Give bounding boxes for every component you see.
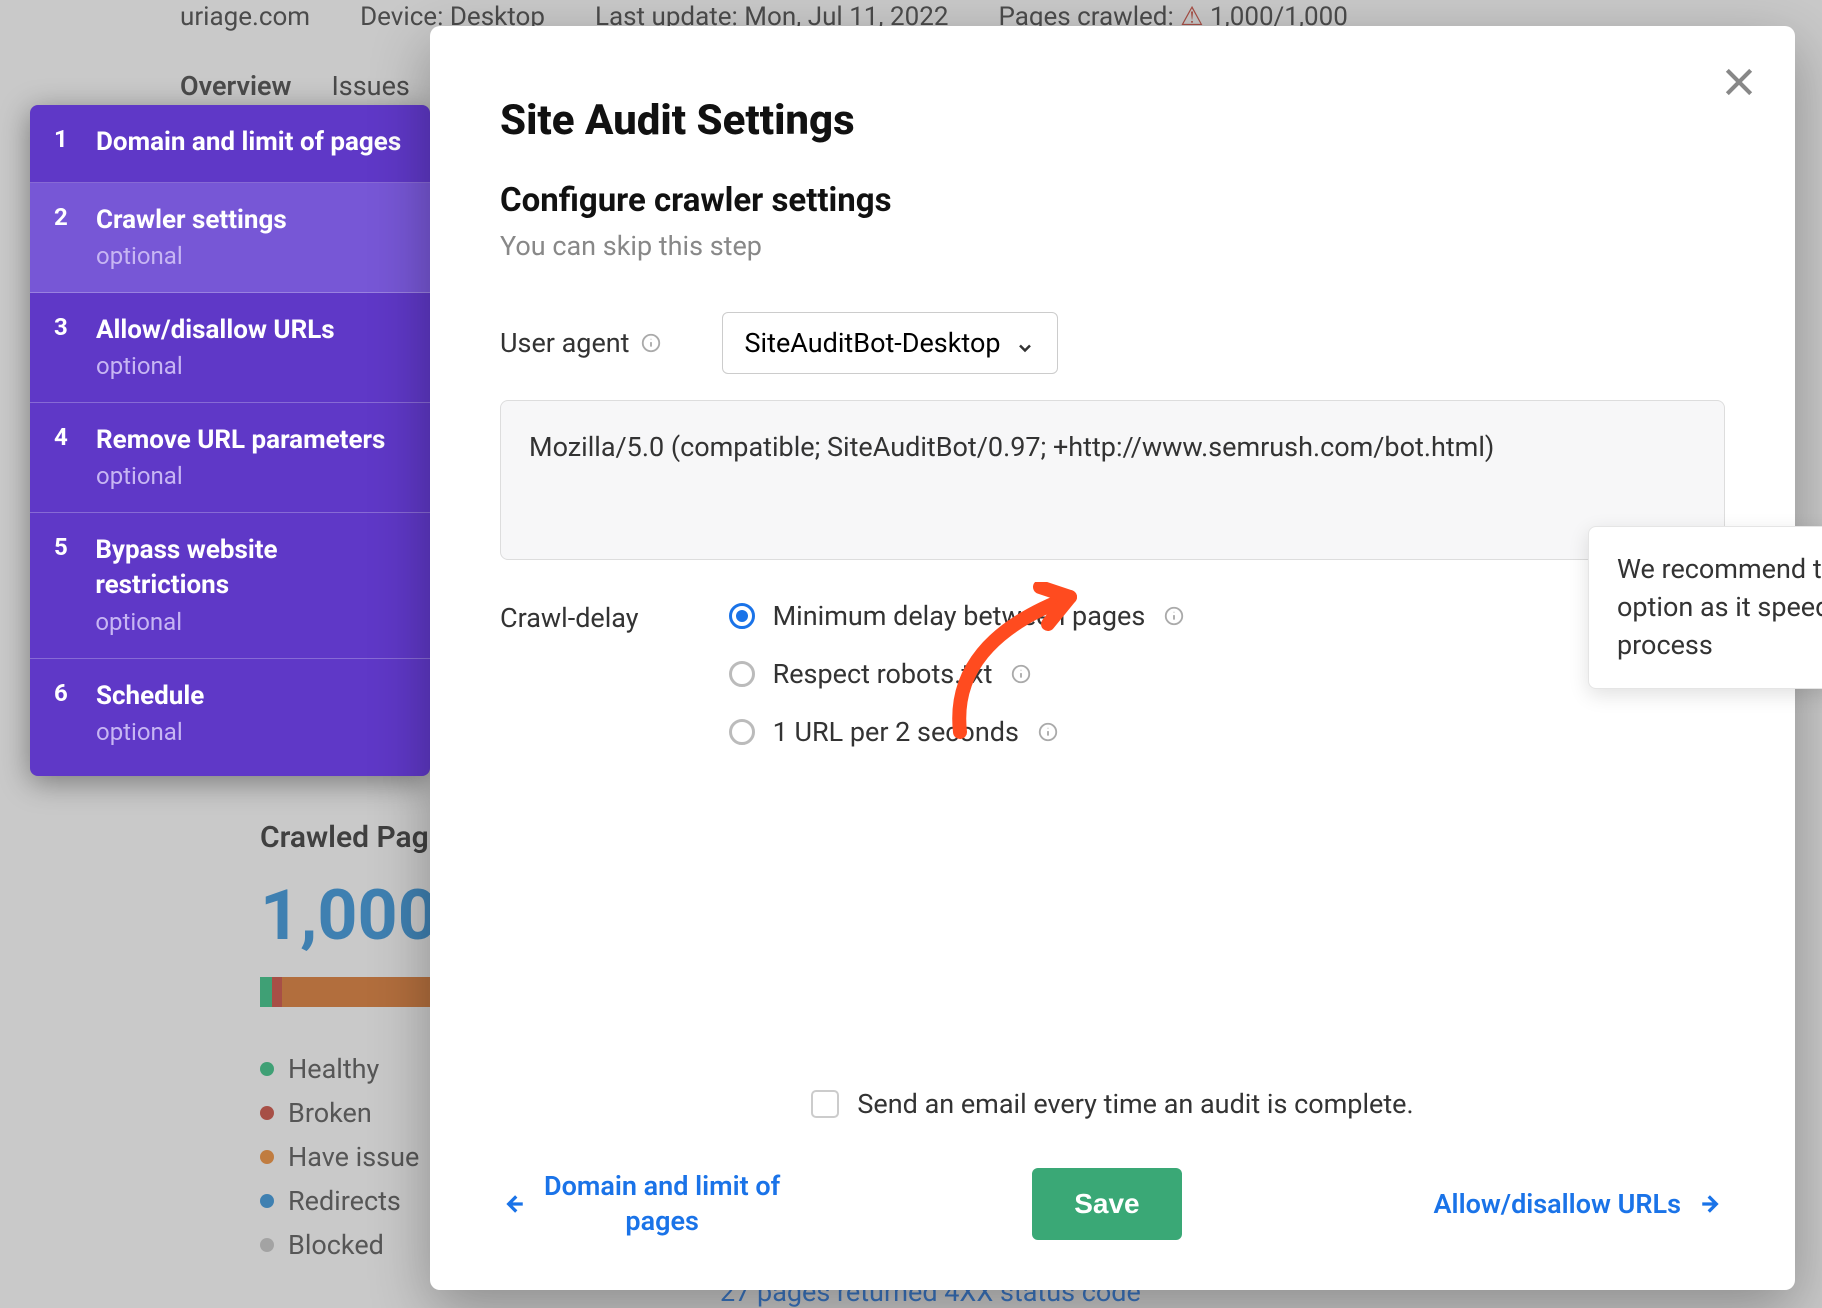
radio-label: 1 URL per 2 seconds: [773, 716, 1019, 748]
wizard-step-6[interactable]: 6 Schedule optional: [30, 659, 430, 776]
wizard-step-1[interactable]: 1 Domain and limit of pages: [30, 105, 430, 183]
radio-respect-robots[interactable]: Respect robots.txt: [729, 658, 1186, 690]
email-notification-row: Send an email every time an audit is com…: [430, 1088, 1795, 1120]
arrow-right-icon: [1699, 1191, 1725, 1217]
radio-1url-2sec[interactable]: 1 URL per 2 seconds: [729, 716, 1186, 748]
user-agent-selected: SiteAuditBot-Desktop: [745, 327, 1001, 359]
user-agent-string: Mozilla/5.0 (compatible; SiteAuditBot/0.…: [500, 400, 1725, 560]
wizard-step-label: Remove URL parameters: [96, 423, 385, 458]
save-button[interactable]: Save: [1032, 1168, 1181, 1240]
modal-footer: Domain and limit ofpages Save Allow/disa…: [500, 1168, 1725, 1240]
wizard-step-optional: optional: [95, 608, 406, 636]
radio-icon: [729, 603, 755, 629]
wizard-step-optional: optional: [96, 352, 335, 380]
email-checkbox[interactable]: [811, 1090, 839, 1118]
arrow-left-icon: [500, 1191, 526, 1217]
chevron-down-icon: [1015, 333, 1035, 353]
info-icon[interactable]: [1037, 721, 1059, 743]
user-agent-select[interactable]: SiteAuditBot-Desktop: [722, 312, 1058, 374]
wizard-step-label: Crawler settings: [96, 203, 287, 238]
prev-step-label: Domain and limit ofpages: [544, 1169, 780, 1239]
user-agent-label: User agent: [500, 327, 662, 359]
wizard-step-optional: optional: [96, 718, 204, 746]
wizard-step-3[interactable]: 3 Allow/disallow URLs optional: [30, 293, 430, 403]
modal-subtitle: Configure crawler settings: [500, 181, 1725, 220]
email-label: Send an email every time an audit is com…: [857, 1088, 1413, 1120]
radio-icon: [729, 719, 755, 745]
wizard-step-2[interactable]: 2 Crawler settings optional: [30, 183, 430, 293]
info-icon[interactable]: [1010, 663, 1032, 685]
wizard-step-optional: optional: [96, 462, 385, 490]
info-icon[interactable]: [1163, 605, 1185, 627]
wizard-sidebar: 1 Domain and limit of pages 2 Crawler se…: [30, 105, 430, 776]
radio-icon: [729, 661, 755, 687]
modal-title: Site Audit Settings: [500, 96, 1725, 145]
close-icon[interactable]: [1719, 62, 1759, 102]
wizard-step-label: Schedule: [96, 679, 204, 714]
next-step-label: Allow/disallow URLs: [1434, 1188, 1681, 1220]
info-icon[interactable]: [640, 332, 662, 354]
wizard-step-4[interactable]: 4 Remove URL parameters optional: [30, 403, 430, 513]
prev-step-link[interactable]: Domain and limit ofpages: [500, 1169, 780, 1239]
next-step-link[interactable]: Allow/disallow URLs: [1434, 1188, 1725, 1220]
wizard-step-5[interactable]: 5 Bypass website restrictions optional: [30, 513, 430, 658]
modal-skip-text: You can skip this step: [500, 230, 1725, 262]
wizard-step-label: Bypass website restrictions: [95, 533, 406, 603]
modal-dialog: Site Audit Settings Configure crawler se…: [430, 26, 1795, 1290]
wizard-step-label: Domain and limit of pages: [96, 125, 401, 160]
tooltip: We recommend that you use this option as…: [1588, 526, 1822, 689]
crawl-delay-label: Crawl-delay: [500, 600, 639, 634]
wizard-step-optional: optional: [96, 242, 287, 270]
radio-label: Respect robots.txt: [773, 658, 993, 690]
wizard-step-label: Allow/disallow URLs: [96, 313, 335, 348]
crawl-delay-options: Minimum delay between pages Respect robo…: [729, 600, 1186, 748]
radio-minimum-delay[interactable]: Minimum delay between pages: [729, 600, 1186, 632]
radio-label: Minimum delay between pages: [773, 600, 1146, 632]
